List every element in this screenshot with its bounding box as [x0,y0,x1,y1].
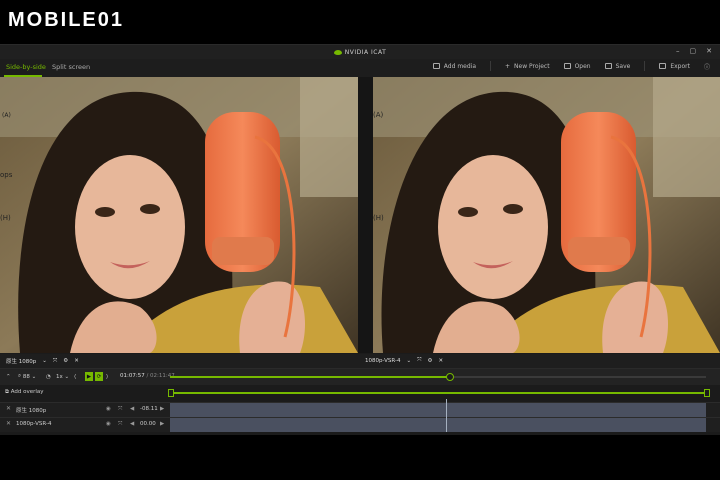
zoom-control[interactable]: ⌕ 88 ⌄ [18,372,36,381]
gear-icon[interactable]: ⚙ [428,358,433,364]
overlay-end-handle[interactable] [704,389,710,397]
save-label: Save [615,62,631,70]
window-controls: – ▢ ✕ [676,47,712,55]
folder-icon [563,63,571,69]
new-project-label: New Project [514,62,550,70]
chevron-down-icon: ⌄ [42,358,47,364]
crop-icon[interactable]: ⤧ [417,357,421,364]
toolbar: Side-by-side Split screen Add media + Ne… [0,59,720,78]
video-frame-right: (A) (H) [373,77,720,353]
offset-right-icon[interactable]: ▶ [160,406,164,412]
speed-gauge-icon[interactable]: ◔ [46,372,51,381]
left-media-name: 原生 1080p [6,359,37,365]
track-row: ✕ 1080p-VSR-4 ◉ ⤧ ◀ 00.00 ▶ [0,417,720,432]
close-button[interactable]: ✕ [706,47,712,55]
brand-logo: MOBILE01 [8,5,124,35]
left-media-selector[interactable]: 原生 1080p ⌄ ⤧ ⚙ ✕ [6,357,79,366]
magnifier-icon: ⌕ [18,373,22,379]
offset-right-icon[interactable]: ▶ [160,421,164,427]
step-back-button[interactable]: ⟨ [74,372,76,381]
step-forward-button[interactable]: ⟩ [106,372,108,381]
right-media-name: 1080p-VSR-4 [365,357,401,364]
add-media-button[interactable]: Add media [432,62,477,70]
maximize-button[interactable]: ▢ [690,47,697,55]
brand-text: MOBILE01 [8,8,125,31]
loop-button[interactable]: ⟳ [95,372,103,381]
edge-label: (A) [373,111,384,119]
export-button[interactable]: Export [659,63,690,70]
pane-divider[interactable] [358,77,373,353]
open-button[interactable]: Open [563,62,591,70]
track-offset[interactable]: -08.11 [140,406,158,412]
close-icon[interactable]: ✕ [74,358,79,364]
play-button[interactable]: ▶ [85,372,93,381]
video-pane-left[interactable]: (A) ops (H) [0,77,358,353]
remove-track-icon[interactable]: ✕ [6,420,11,427]
remove-track-icon[interactable]: ✕ [6,405,11,412]
toolbar-divider [644,61,646,71]
toolbar-divider [490,61,492,71]
export-label: Export [670,62,690,70]
new-project-button[interactable]: + New Project [505,63,550,70]
speed-control[interactable]: 1x ⌄ [56,372,69,381]
track-offset[interactable]: 00.00 [140,421,156,427]
minimize-button[interactable]: – [676,47,680,55]
track-clip[interactable] [170,403,706,417]
offset-left-icon[interactable]: ◀ [130,406,134,412]
title-bar: NVIDIA ICAT – ▢ ✕ [0,45,720,59]
add-overlay-button[interactable]: ⧉ Add overlay [5,389,44,396]
nvidia-logo-icon [333,49,342,55]
crop-icon[interactable]: ⤧ [53,358,57,365]
scrubber-progress [170,376,449,378]
track-row: ✕ 原生 1080p ◉ ⤧ ◀ -08.11 ▶ [0,402,720,417]
speed-value: 1x [56,373,63,380]
app-title-text: NVIDIA ICAT [344,48,387,56]
overlay-row: ⧉ Add overlay [0,386,720,400]
help-icon: ⓘ [703,63,710,71]
track-name: 原生 1080p [16,408,47,414]
right-media-selector[interactable]: 1080p-VSR-4 ⌄ ⤧ ⚙ ✕ [365,357,443,364]
tab-split-screen[interactable]: Split screen [52,63,90,71]
edge-label: (A) [2,112,11,119]
track-name: 1080p-VSR-4 [16,421,52,427]
add-media-label: Add media [443,62,477,70]
offset-left-icon[interactable]: ◀ [130,421,134,427]
video-pane-right[interactable]: (A) (H) [373,77,720,353]
close-icon[interactable]: ✕ [438,358,443,364]
visibility-icon[interactable]: ◉ [106,406,111,412]
timecode: 01:07:57 / 02:11:47 [120,373,175,379]
save-icon [604,63,612,69]
image-add-icon [432,63,440,69]
video-frame-left: (A) ops (H) [0,77,358,353]
playhead[interactable] [446,399,447,432]
scrubber-handle[interactable] [445,373,454,381]
edge-label: ops [0,171,13,179]
overlay-start-handle[interactable] [168,389,174,397]
save-button[interactable]: Save [604,62,631,70]
edge-label: (H) [0,214,11,222]
app-window: NVIDIA ICAT – ▢ ✕ Side-by-side Split scr… [0,44,720,435]
timecode-current: 01:07:57 [120,373,145,379]
pane-label-bar: 原生 1080p ⌄ ⤧ ⚙ ✕ 1080p-VSR-4 ⌄ ⤧ ⚙ ✕ [0,354,720,369]
tab-side-by-side[interactable]: Side-by-side [6,63,46,71]
plus-icon: + [505,62,511,70]
playback-controls: ⌃ ⌕ 88 ⌄ ◔ 1x ⌄ ⟨ ▶ ⟳ ⟩ 01:07:57 / 02:11… [0,369,720,385]
open-label: Open [574,62,591,70]
add-overlay-label: Add overlay [10,389,44,395]
collapse-icon[interactable]: ⌃ [6,372,11,381]
edge-label: (H) [373,214,384,222]
visibility-icon[interactable]: ◉ [106,421,111,427]
track-clip[interactable] [170,418,706,432]
export-icon [659,63,667,69]
gear-icon[interactable]: ⚙ [63,358,68,364]
crop-icon[interactable]: ⤧ [118,406,122,413]
help-button[interactable]: ⓘ [704,62,710,71]
overlay-range-track[interactable] [170,392,706,394]
toolbar-actions: Add media + New Project Open Save Export [432,61,710,71]
zoom-value: 88 [22,373,30,380]
chevron-down-icon: ⌄ [406,357,412,364]
app-title: NVIDIA ICAT [333,48,387,56]
overlay-icon: ⧉ [5,389,9,395]
crop-icon[interactable]: ⤧ [118,421,122,428]
